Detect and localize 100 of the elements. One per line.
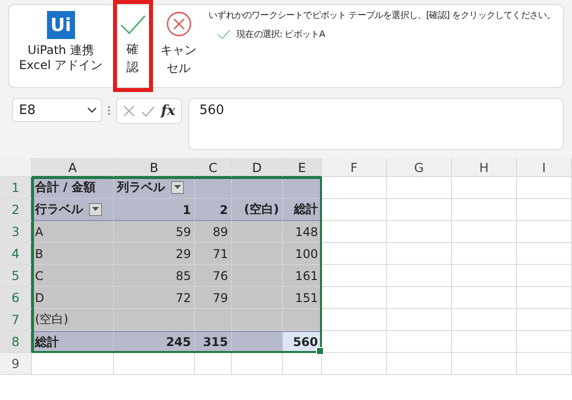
cell-text: 161 xyxy=(295,268,318,282)
table-cell[interactable] xyxy=(232,309,283,331)
formula-field[interactable]: 560 xyxy=(188,98,564,150)
table-cell[interactable]: B xyxy=(32,243,114,265)
cell-text: 59 xyxy=(176,224,191,238)
cell-text: 148 xyxy=(295,224,318,238)
cell-text: 151 xyxy=(295,290,318,304)
table-cell[interactable]: 行ラベル xyxy=(32,199,114,221)
cell-text: 72 xyxy=(176,290,191,304)
cell-text: 245 xyxy=(166,335,191,349)
column-header[interactable]: A xyxy=(32,158,114,177)
table-cell[interactable] xyxy=(232,177,283,199)
row-header[interactable]: 9 xyxy=(0,353,32,375)
table-cell[interactable]: 148 xyxy=(283,221,322,243)
cell-text: 89 xyxy=(212,224,228,238)
cell-text: D xyxy=(35,290,44,304)
table-cell[interactable] xyxy=(195,177,232,199)
uipath-logo: Ui xyxy=(46,11,75,39)
fill-handle[interactable] xyxy=(316,347,324,355)
column-header[interactable]: E xyxy=(283,158,322,177)
table-cell[interactable]: 89 xyxy=(195,221,232,243)
table-cell[interactable]: 245 xyxy=(114,331,195,353)
row-header[interactable]: 6 xyxy=(0,287,32,309)
select-all-corner[interactable] xyxy=(0,158,32,177)
check-icon xyxy=(118,14,147,36)
confirm-button[interactable]: 確 認 xyxy=(112,0,153,92)
insert-function-button[interactable]: fx xyxy=(161,103,176,119)
table-cell[interactable]: 29 xyxy=(114,243,195,265)
table-cell[interactable]: 79 xyxy=(195,287,232,309)
chevron-down-icon xyxy=(87,107,97,113)
table-cell[interactable] xyxy=(195,309,232,331)
cell-text: A xyxy=(35,224,44,238)
cell-text: 行ラベル xyxy=(35,201,83,218)
cell-text: 100 xyxy=(295,246,318,260)
table-cell[interactable] xyxy=(232,221,283,243)
table-cell[interactable] xyxy=(232,331,283,353)
cell-text: 総計 xyxy=(35,334,59,350)
cancel-icon xyxy=(166,11,192,37)
caret-icon xyxy=(92,207,99,212)
table-cell[interactable]: 71 xyxy=(195,243,232,265)
cell-text: 合計 / 金額 xyxy=(35,179,96,196)
filter-dropdown-button[interactable] xyxy=(171,181,184,194)
table-cell[interactable]: D xyxy=(32,287,114,309)
row-header[interactable]: 3 xyxy=(0,221,32,243)
caret-icon xyxy=(174,185,181,190)
addin-label: UiPath 連携 Excel アドイン xyxy=(19,43,103,73)
column-header[interactable]: B xyxy=(114,158,195,177)
table-cell[interactable]: 2 xyxy=(195,199,232,221)
table-cell[interactable]: (空白) xyxy=(32,309,114,331)
table-cell[interactable]: 59 xyxy=(114,221,195,243)
table-cell[interactable]: 151 xyxy=(283,287,322,309)
table-cell[interactable] xyxy=(283,309,322,331)
column-header[interactable]: G xyxy=(387,158,452,177)
table-cell[interactable]: 列ラベル xyxy=(114,177,195,199)
cell-text: 76 xyxy=(212,268,228,282)
row-header[interactable]: 7 xyxy=(0,309,32,331)
row-header[interactable]: 8 xyxy=(0,331,32,353)
cell-text: (空白) xyxy=(35,311,68,328)
check-icon xyxy=(216,29,231,40)
table-cell[interactable]: 315 xyxy=(195,331,232,353)
cell-text: 560 xyxy=(292,335,318,349)
cell-text: 85 xyxy=(176,268,191,282)
row-header[interactable]: 4 xyxy=(0,243,32,265)
cell-text: 総計 xyxy=(294,201,318,218)
table-cell[interactable]: C xyxy=(32,265,114,287)
filter-dropdown-button[interactable] xyxy=(89,203,102,216)
current-selection-text: 現在の選択: ピボットA xyxy=(236,28,325,41)
cell-text: 29 xyxy=(176,246,191,260)
instruction-text: いずれかのワークシートでピボット テーブルを選択し、[確認] をクリックしてください。 xyxy=(208,10,556,22)
name-box[interactable]: E8 xyxy=(12,98,102,122)
cell-text: B xyxy=(35,246,44,260)
table-cell[interactable]: 76 xyxy=(195,265,232,287)
cell-text: 列ラベル xyxy=(117,179,165,196)
row-header[interactable]: 1 xyxy=(0,177,32,199)
column-header[interactable]: F xyxy=(322,158,387,177)
cell-text: 2 xyxy=(220,202,228,216)
cell-text: 71 xyxy=(212,246,228,260)
cell-text: 1 xyxy=(182,202,191,216)
table-cell[interactable] xyxy=(114,309,195,331)
table-cell[interactable]: 1 xyxy=(114,199,195,221)
column-header[interactable]: C xyxy=(195,158,232,177)
column-header[interactable]: H xyxy=(452,158,517,177)
column-header[interactable]: I xyxy=(517,158,572,177)
table-cell[interactable]: 161 xyxy=(283,265,322,287)
cancel-button[interactable]: キャン セル xyxy=(154,5,203,87)
cancel-entry-icon[interactable] xyxy=(123,105,135,117)
cell-text: 79 xyxy=(212,290,228,304)
enter-check-icon[interactable] xyxy=(141,106,155,116)
row-header[interactable]: 5 xyxy=(0,265,32,287)
cell-text: 315 xyxy=(202,335,228,349)
table-cell[interactable]: 総計 xyxy=(283,199,322,221)
row-header[interactable]: 2 xyxy=(0,199,32,221)
table-cell[interactable]: 100 xyxy=(283,243,322,265)
column-header[interactable]: D xyxy=(232,158,283,177)
table-cell[interactable]: 72 xyxy=(114,287,195,309)
table-cell[interactable]: A xyxy=(32,221,114,243)
cell-text: C xyxy=(35,268,44,282)
table-cell[interactable]: (空白) xyxy=(232,199,283,221)
table-cell[interactable]: 85 xyxy=(114,265,195,287)
cell-text: (空白) xyxy=(244,201,279,218)
